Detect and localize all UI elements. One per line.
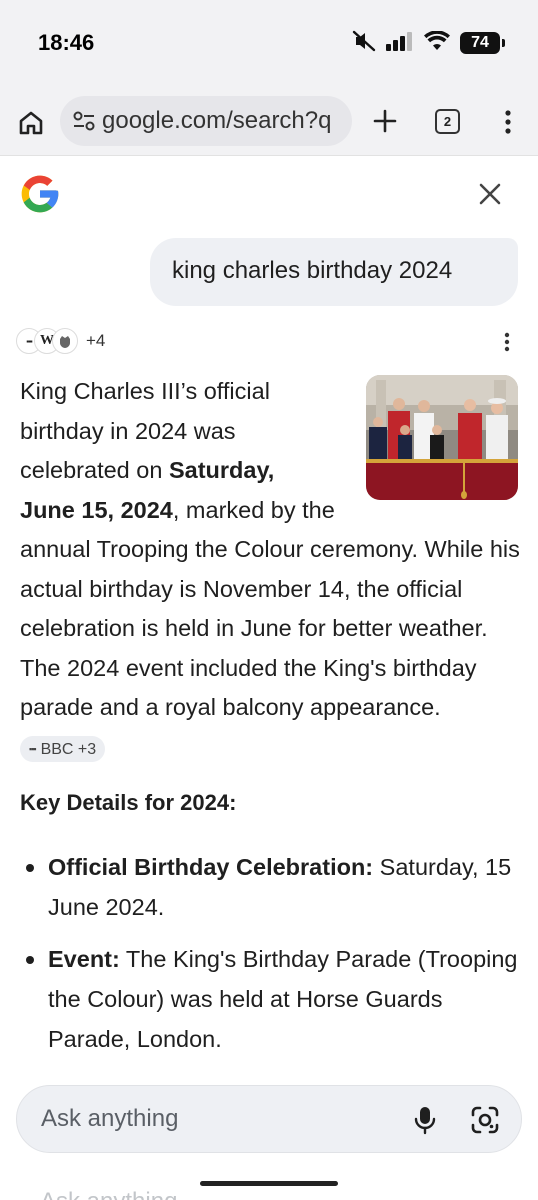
- query-bubble[interactable]: king charles birthday 2024: [150, 238, 518, 306]
- close-icon[interactable]: [476, 180, 504, 208]
- list-item-label: Event:: [48, 946, 120, 972]
- key-details-heading: Key Details for 2024:: [20, 790, 237, 815]
- key-details-list: Official Birthday Celebration: Saturday,…: [20, 847, 520, 1071]
- battery-icon: 74: [460, 32, 505, 54]
- wifi-icon: [424, 29, 450, 56]
- new-tab-icon[interactable]: [370, 106, 400, 136]
- status-time: 18:46: [38, 30, 95, 55]
- status-icons: 74: [352, 29, 505, 57]
- royal-crest-icon: [52, 328, 78, 354]
- site-info-icon[interactable]: [72, 110, 96, 132]
- citation-label: BBC +3: [40, 740, 97, 758]
- overflow-menu-icon[interactable]: [496, 108, 520, 136]
- sources-count: +4: [86, 331, 106, 350]
- ask-input[interactable]: [41, 1105, 381, 1133]
- keyboard-peek: Ask anything: [0, 1160, 538, 1200]
- google-lens-icon[interactable]: [469, 1104, 501, 1136]
- google-logo: [18, 172, 62, 216]
- citation-chip[interactable]: ▪▪▪ BBC +3: [20, 736, 106, 763]
- list-item: Official Birthday Celebration: Saturday,…: [20, 847, 520, 927]
- list-item: Event: The King's Birthday Parade (Troop…: [20, 939, 520, 1059]
- signal-icon: [386, 31, 414, 56]
- address-bar[interactable]: google.com/search?q: [60, 96, 352, 146]
- home-indicator[interactable]: [200, 1181, 338, 1186]
- ask-bar[interactable]: [16, 1085, 522, 1153]
- status-bar: 18:46 74: [0, 0, 538, 88]
- mute-icon: [352, 30, 376, 57]
- list-item-label: Official Birthday Celebration:: [48, 854, 374, 880]
- url-text: google.com/search?q: [102, 107, 332, 134]
- more-options-icon[interactable]: [498, 330, 516, 354]
- tab-switcher-button[interactable]: 2: [435, 109, 460, 134]
- home-icon[interactable]: [16, 108, 46, 138]
- answer-part-2: , marked by the annual Trooping the Colo…: [20, 496, 520, 721]
- sources-row[interactable]: ▪▪▪ W +4: [16, 326, 105, 356]
- microphone-icon[interactable]: [411, 1104, 439, 1136]
- browser-toolbar: google.com/search?q 2: [0, 88, 538, 156]
- image-float-spacer: [335, 372, 525, 530]
- query-text: king charles birthday 2024: [172, 257, 453, 284]
- ghost-placeholder: Ask anything: [40, 1188, 177, 1200]
- ai-answer-text: King Charles III’s official birthday in …: [20, 372, 525, 767]
- bbc-icon: ▪▪▪: [29, 743, 37, 754]
